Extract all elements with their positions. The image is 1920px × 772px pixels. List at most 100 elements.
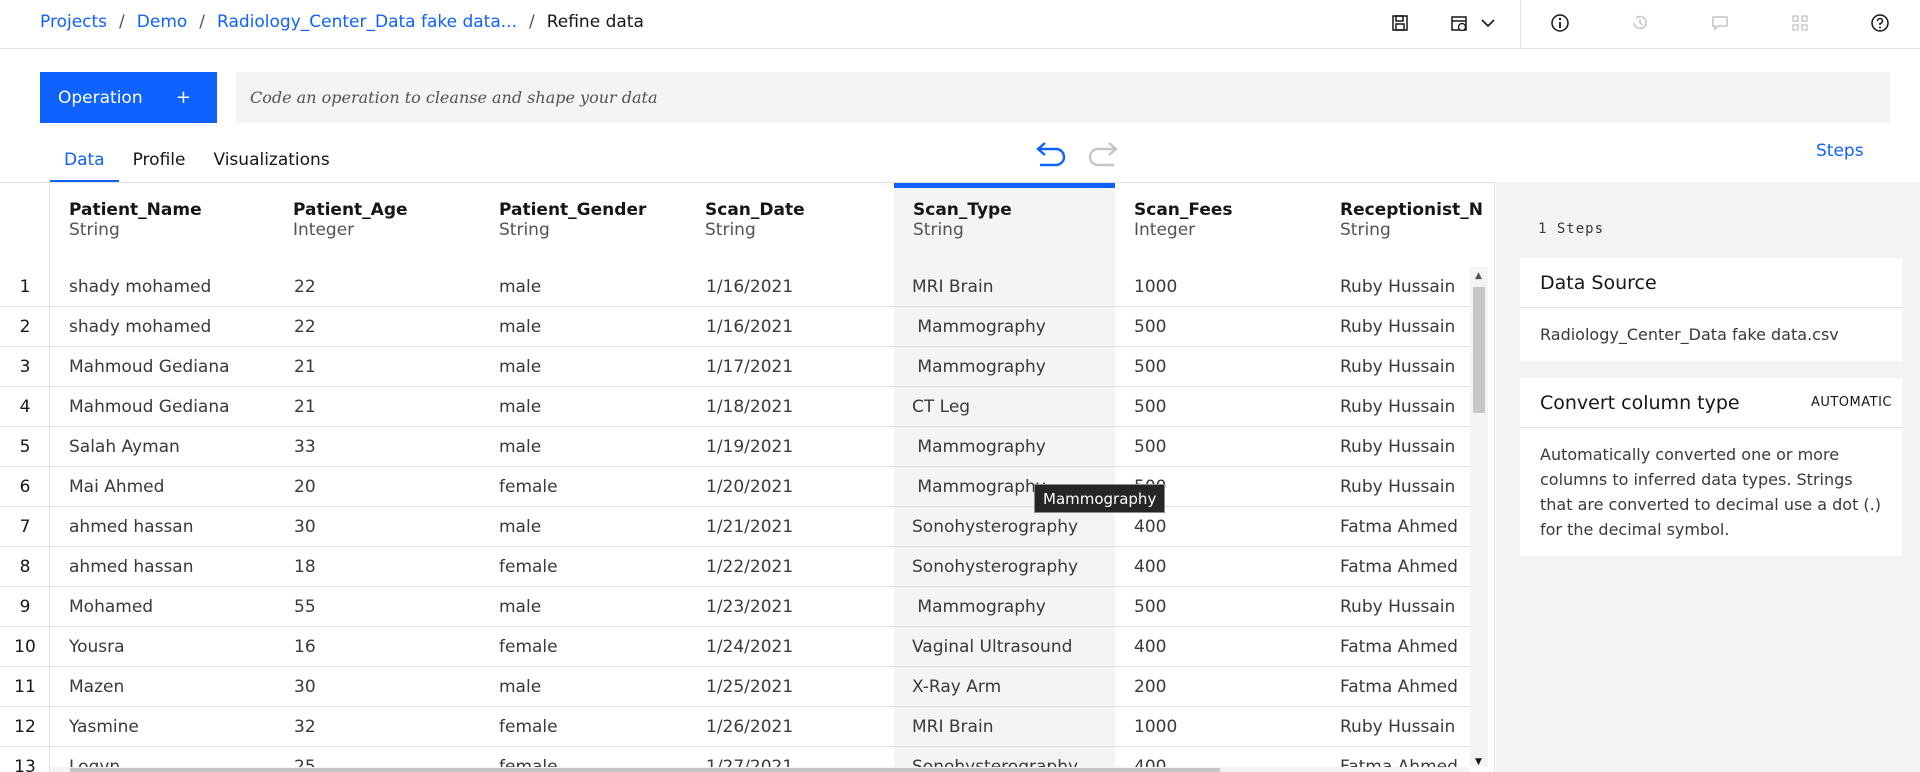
table-cell[interactable]: Mammography <box>912 347 1045 387</box>
table-cell[interactable]: 1/16/2021 <box>706 267 793 307</box>
column-header-patient-name[interactable]: Patient_Name String <box>50 183 274 267</box>
code-operation-input[interactable] <box>236 72 1890 123</box>
table-cell[interactable]: 400 <box>1134 507 1166 547</box>
table-cell[interactable]: Mammography <box>912 307 1045 347</box>
table-cell[interactable]: Mammography <box>912 587 1045 627</box>
table-cell[interactable]: Ruby Hussain <box>1340 387 1455 427</box>
table-cell[interactable]: 33 <box>294 427 316 467</box>
table-cell[interactable]: MRI Brain <box>912 707 993 747</box>
table-row[interactable]: 1 shady mohamed 22 male 1/16/2021 MRI Brain 10… <box>0 267 1470 307</box>
table-cell[interactable]: Yasmine <box>69 707 139 747</box>
scroll-up-arrow-icon[interactable]: ▲ <box>1475 271 1482 281</box>
table-cell[interactable]: Mohamed <box>69 587 153 627</box>
table-cell[interactable]: 1000 <box>1134 267 1177 307</box>
table-cell[interactable]: 500 <box>1134 427 1166 467</box>
table-cell[interactable]: 1/16/2021 <box>706 307 793 347</box>
table-cell[interactable]: ahmed hassan <box>69 507 194 547</box>
table-cell[interactable]: 1/20/2021 <box>706 467 793 507</box>
table-row[interactable]: 5 Salah Ayman 33 male 1/19/2021 Mammography 5… <box>0 427 1470 467</box>
table-cell[interactable]: Ruby Hussain <box>1340 267 1455 307</box>
column-header-scan-fees[interactable]: Scan_Fees Integer <box>1115 183 1321 267</box>
table-cell[interactable]: 400 <box>1134 627 1166 667</box>
table-cell[interactable]: 1/21/2021 <box>706 507 793 547</box>
column-header-receptionist-name[interactable]: Receptionist_N String <box>1321 183 1494 267</box>
table-cell[interactable]: MRI Brain <box>912 267 993 307</box>
table-cell[interactable]: 55 <box>294 587 316 627</box>
scroll-down-arrow-icon[interactable]: ▼ <box>1475 757 1482 767</box>
table-cell[interactable]: 1/26/2021 <box>706 707 793 747</box>
table-cell[interactable]: 22 <box>294 267 316 307</box>
table-cell[interactable]: 1/19/2021 <box>706 427 793 467</box>
tab-visualizations[interactable]: Visualizations <box>199 148 343 182</box>
breadcrumb-demo[interactable]: Demo <box>137 12 188 32</box>
table-cell[interactable]: 32 <box>294 707 316 747</box>
table-row[interactable]: 2 shady mohamed 22 male 1/16/2021 Mammograph… <box>0 307 1470 347</box>
table-cell[interactable]: 1/22/2021 <box>706 547 793 587</box>
scrollbar-thumb[interactable] <box>1473 287 1485 413</box>
table-cell[interactable]: Mammography <box>912 467 1045 507</box>
table-cell[interactable]: Sonohysterography <box>912 547 1078 587</box>
table-row[interactable]: 4 Mahmoud Gediana 21 male 1/18/2021 CT Leg 500… <box>0 387 1470 427</box>
table-row[interactable]: 10 Yousra 16 female 1/24/2021 Vaginal Ultraso… <box>0 627 1470 667</box>
table-cell[interactable]: 500 <box>1134 387 1166 427</box>
table-cell[interactable]: 30 <box>294 667 316 707</box>
table-cell[interactable]: 500 <box>1134 307 1166 347</box>
table-cell[interactable]: Fatma Ahmed <box>1340 667 1458 707</box>
table-row[interactable]: 7 ahmed hassan 30 male 1/21/2021 Sonohysterog… <box>0 507 1470 547</box>
table-cell[interactable]: female <box>499 467 558 507</box>
table-cell[interactable]: 21 <box>294 387 316 427</box>
table-cell[interactable]: male <box>499 667 541 707</box>
table-cell[interactable]: 1/17/2021 <box>706 347 793 387</box>
table-cell[interactable]: 400 <box>1134 547 1166 587</box>
table-cell[interactable]: Fatma Ahmed <box>1340 507 1458 547</box>
table-row[interactable]: 9 Mohamed 55 male 1/23/2021 Mammography 500 Ru… <box>0 587 1470 627</box>
table-cell[interactable]: male <box>499 587 541 627</box>
table-cell[interactable]: Ruby Hussain <box>1340 707 1455 747</box>
table-cell[interactable]: Ruby Hussain <box>1340 307 1455 347</box>
table-cell[interactable]: female <box>499 707 558 747</box>
table-cell[interactable]: 1/23/2021 <box>706 587 793 627</box>
table-cell[interactable]: Ruby Hussain <box>1340 467 1455 507</box>
table-cell[interactable]: female <box>499 627 558 667</box>
breadcrumb-projects[interactable]: Projects <box>40 12 107 32</box>
table-cell[interactable]: X-Ray Arm <box>912 667 1001 707</box>
table-cell[interactable]: Fatma Ahmed <box>1340 547 1458 587</box>
tab-profile[interactable]: Profile <box>119 148 200 182</box>
column-header-patient-age[interactable]: Patient_Age Integer <box>274 183 480 267</box>
table-cell[interactable]: male <box>499 267 541 307</box>
table-cell[interactable]: Mahmoud Gediana <box>69 347 230 387</box>
table-cell[interactable]: 1/18/2021 <box>706 387 793 427</box>
step-card-convert-column-type[interactable]: Convert column type AUTOMATIC Automatica… <box>1520 378 1902 556</box>
table-cell[interactable]: male <box>499 427 541 467</box>
undo-icon[interactable] <box>1030 140 1070 170</box>
steps-link[interactable]: Steps <box>1816 141 1864 161</box>
table-cell[interactable]: female <box>499 547 558 587</box>
scrollbar-thumb[interactable] <box>70 768 1220 772</box>
table-cell[interactable]: ahmed hassan <box>69 547 194 587</box>
table-cell[interactable]: Sonohysterography <box>912 507 1078 547</box>
table-cell[interactable]: shady mohamed <box>69 307 211 347</box>
table-cell[interactable]: 1/25/2021 <box>706 667 793 707</box>
table-cell[interactable]: 18 <box>294 547 316 587</box>
table-cell[interactable]: Mammography <box>912 427 1045 467</box>
table-cell[interactable]: 200 <box>1134 667 1166 707</box>
info-icon[interactable] <box>1548 11 1572 35</box>
table-cell[interactable]: male <box>499 307 541 347</box>
tab-data[interactable]: Data <box>50 148 119 182</box>
table-cell[interactable]: male <box>499 387 541 427</box>
chevron-down-icon[interactable] <box>1476 11 1500 35</box>
column-header-scan-date[interactable]: Scan_Date String <box>686 183 894 267</box>
table-row[interactable]: 8 ahmed hassan 18 female 1/22/2021 Sonohyster… <box>0 547 1470 587</box>
table-cell[interactable]: 20 <box>294 467 316 507</box>
table-cell[interactable]: CT Leg <box>912 387 970 427</box>
table-cell[interactable]: 30 <box>294 507 316 547</box>
breadcrumb-asset[interactable]: Radiology_Center_Data fake data... <box>217 12 517 32</box>
table-row[interactable]: 3 Mahmoud Gediana 21 male 1/17/2021 Mammogra… <box>0 347 1470 387</box>
table-cell[interactable]: 500 <box>1134 587 1166 627</box>
operation-button[interactable]: Operation + <box>40 72 217 123</box>
table-cell[interactable]: Mazen <box>69 667 124 707</box>
table-cell[interactable]: Ruby Hussain <box>1340 427 1455 467</box>
horizontal-scrollbar[interactable] <box>50 767 1470 772</box>
table-cell[interactable]: Ruby Hussain <box>1340 587 1455 627</box>
step-card-data-source[interactable]: Data Source Radiology_Center_Data fake d… <box>1520 258 1902 361</box>
